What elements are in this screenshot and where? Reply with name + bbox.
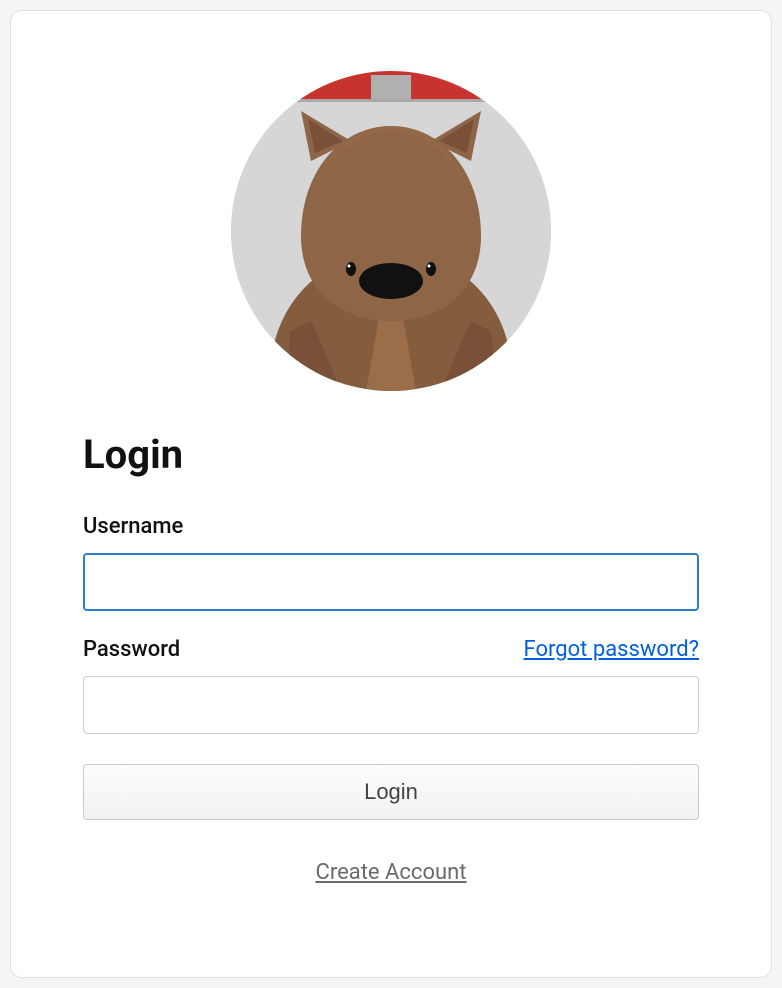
create-account-link[interactable]: Create Account (316, 860, 467, 885)
avatar (231, 71, 551, 391)
login-form: Login Username Password Forgot password?… (83, 431, 699, 885)
password-label: Password (83, 637, 180, 662)
username-input[interactable] (83, 553, 699, 611)
page-title: Login (83, 431, 699, 478)
password-field-group: Password Forgot password? (83, 637, 699, 734)
login-button[interactable]: Login (83, 764, 699, 820)
wombat-avatar-icon (231, 71, 551, 391)
forgot-password-link[interactable]: Forgot password? (524, 637, 699, 662)
login-card: Login Username Password Forgot password?… (10, 10, 772, 978)
username-label: Username (83, 514, 183, 539)
username-field-group: Username (83, 514, 699, 611)
password-input[interactable] (83, 676, 699, 734)
